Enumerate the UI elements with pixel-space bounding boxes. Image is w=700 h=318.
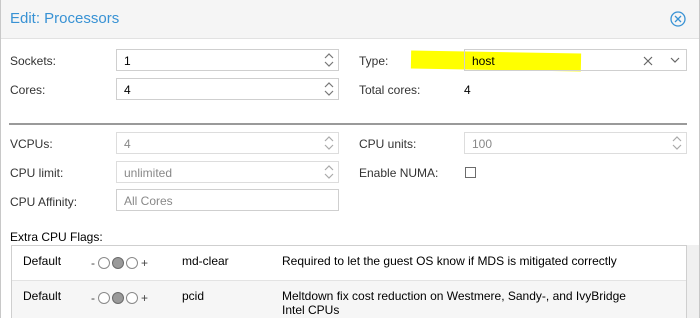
- close-icon[interactable]: [670, 11, 686, 27]
- spinner-icon[interactable]: [323, 51, 335, 69]
- sockets-value: 1: [124, 54, 131, 68]
- total-cores-value: 4: [464, 83, 471, 97]
- flag-description-line1: Meltdown fix cost reduction on Westmere,…: [282, 289, 626, 303]
- vcpus-field[interactable]: 4: [116, 132, 339, 154]
- flag-default-radio[interactable]: [112, 292, 124, 304]
- spinner-icon[interactable]: [323, 80, 335, 98]
- flag-state: Default: [23, 289, 62, 303]
- cpu-affinity-label: CPU Affinity:: [10, 195, 78, 209]
- flag-tristate-control[interactable]: - +: [91, 256, 148, 270]
- grid-scrollbar[interactable]: [687, 245, 699, 318]
- flag-state: Default: [23, 254, 62, 268]
- flag-minus[interactable]: -: [91, 256, 95, 270]
- flag-name: md-clear: [182, 254, 229, 268]
- cpu-limit-value: unlimited: [124, 166, 173, 180]
- cpu-affinity-placeholder: All Cores: [124, 194, 173, 208]
- clear-icon[interactable]: [643, 56, 653, 66]
- sockets-field[interactable]: 1: [116, 49, 339, 71]
- type-label: Type:: [359, 54, 389, 68]
- cores-label: Cores:: [10, 83, 46, 97]
- vcpus-label: VCPUs:: [10, 137, 53, 151]
- total-cores-label: Total cores:: [359, 83, 421, 97]
- extra-cpu-flags-label: Extra CPU Flags:: [10, 230, 103, 244]
- flag-description: Required to let the guest OS know if MDS…: [282, 254, 617, 268]
- cpu-units-field[interactable]: 100: [464, 132, 687, 154]
- flag-description-line2: Intel CPUs: [282, 303, 340, 317]
- enable-numa-label: Enable NUMA:: [359, 166, 439, 180]
- chevron-down-icon[interactable]: [670, 56, 680, 64]
- cpu-flags-grid: Default - + md-clear Required to let the…: [11, 245, 687, 318]
- flag-minus[interactable]: -: [91, 291, 95, 305]
- flag-off-radio[interactable]: [98, 257, 110, 269]
- sockets-label: Sockets:: [10, 54, 57, 68]
- cores-value: 4: [124, 83, 131, 97]
- flag-plus[interactable]: +: [141, 291, 148, 305]
- vcpus-value: 4: [124, 137, 131, 151]
- flag-plus[interactable]: +: [141, 256, 148, 270]
- flag-off-radio[interactable]: [98, 292, 110, 304]
- cpu-limit-label: CPU limit:: [10, 166, 64, 180]
- type-value: host: [472, 54, 495, 68]
- dialog-title: Edit: Processors: [10, 10, 120, 27]
- cores-field[interactable]: 4: [116, 78, 339, 100]
- flag-on-radio[interactable]: [126, 292, 138, 304]
- type-combobox[interactable]: host: [464, 49, 687, 71]
- spinner-icon[interactable]: [323, 163, 335, 181]
- table-row: Default - + pcid Meltdown fix cost reduc…: [12, 281, 686, 318]
- cpu-units-label: CPU units:: [359, 137, 417, 151]
- table-row: Default - + md-clear Required to let the…: [12, 246, 686, 281]
- flag-name: pcid: [182, 289, 205, 303]
- dialog-header: Edit: Processors: [1, 0, 699, 39]
- flag-tristate-control[interactable]: - +: [91, 291, 148, 305]
- edit-processors-dialog: Edit: Processors Sockets: 1 Type: host C…: [0, 0, 700, 318]
- enable-numa-checkbox[interactable]: [465, 167, 476, 178]
- spinner-icon[interactable]: [323, 134, 335, 152]
- advanced-separator: [9, 123, 687, 125]
- flag-on-radio[interactable]: [126, 257, 138, 269]
- cpu-affinity-field[interactable]: All Cores: [116, 189, 339, 211]
- cpu-units-value: 100: [472, 137, 493, 151]
- cpu-limit-field[interactable]: unlimited: [116, 161, 339, 183]
- flag-default-radio[interactable]: [112, 257, 124, 269]
- spinner-icon[interactable]: [671, 134, 683, 152]
